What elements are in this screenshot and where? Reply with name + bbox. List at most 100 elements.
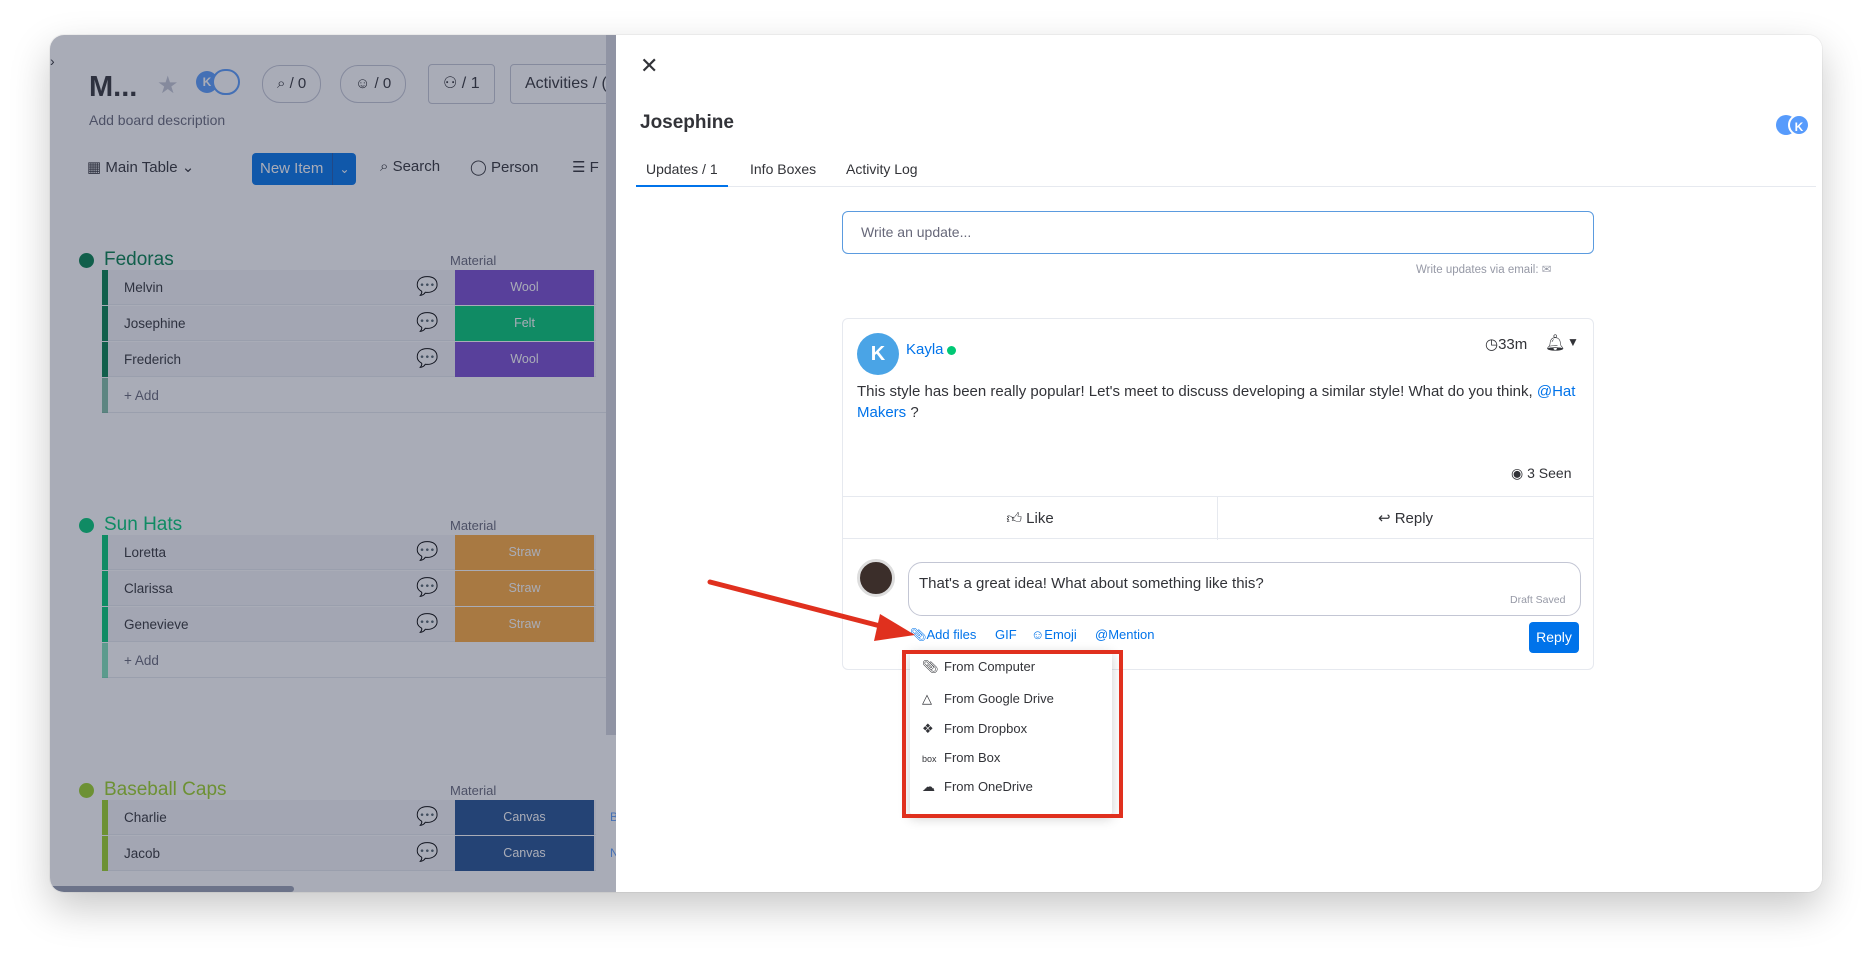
table-icon: ▦ [87,159,106,176]
collapse-chevron-icon[interactable]: › [50,53,55,69]
material-cell[interactable]: Felt [455,306,594,341]
updates-counter[interactable]: ⌕ / 0 [262,65,322,103]
color-cell[interactable]: Burgu [596,800,616,835]
mention-button[interactable]: @Mention [1095,627,1154,642]
board-title[interactable]: M... [89,71,137,104]
smiley-icon: ☺ [1031,627,1045,642]
add-item-row[interactable]: + Add [102,643,616,678]
user-avatar [857,559,895,597]
board-description[interactable]: Add board description [89,112,225,128]
update-text: This style has been really popular! Let'… [857,383,1576,421]
person-icon: ◯ [470,159,491,176]
annotation-highlight-box [902,650,1123,818]
subscriber-avatar[interactable]: K [1788,114,1810,136]
group-title[interactable]: Fedoras [104,249,174,271]
comment-icon[interactable]: 💬 [416,348,438,368]
invite-button[interactable]: ⚇ / 1 [428,64,495,104]
material-cell[interactable]: Canvas [455,800,594,835]
column-header-material[interactable]: Material [450,253,496,268]
reply-input[interactable]: That's a great idea! What about somethin… [908,562,1581,616]
table-row[interactable]: Clarissa💬StrawSt [102,571,616,606]
comment-icon[interactable]: 💬 [416,577,438,597]
bell-icon[interactable]: 🔔︎ [1545,333,1565,353]
column-header-material[interactable]: Material [450,518,496,533]
new-item-button[interactable]: New Item ⌄ [252,153,356,185]
reply-submit-button[interactable]: Reply [1529,622,1579,653]
group-title[interactable]: Baseball Caps [104,779,227,801]
automations-counter[interactable]: ☺ / 0 [340,65,407,103]
item-panel: ✕ Josephine K ··· Updates / 1 Info Boxes… [616,35,1822,892]
tab-bar: Updates / 1 Info Boxes Activity Log [636,153,1816,187]
board-view: › M... ★ K ⌕ / 0 ☺ / 0 ⚇ / 1 Activities … [50,35,616,892]
share-icon[interactable] [212,69,240,95]
tab-updates[interactable]: Updates / 1 [636,161,728,187]
gif-button[interactable]: GIF [995,627,1017,642]
update-actions: 👍︎ Like ↩ Reply [843,496,1593,540]
table-row[interactable]: Genevieve 💬 Straw [102,607,616,642]
comment-icon[interactable]: 💬 [416,276,438,296]
caret-down-icon[interactable]: ▼ [1567,335,1579,349]
timestamp: ◷33m [1485,336,1528,353]
author-avatar[interactable]: K [857,333,899,375]
clock-icon: ◷ [1485,336,1499,353]
material-cell[interactable]: Straw [455,571,594,606]
comment-icon[interactable]: 💬 [416,312,438,332]
group-collapse-icon[interactable] [79,783,94,798]
main-table-view[interactable]: ▦ Main Table ⌄ [87,158,194,176]
chevron-down-icon: ⌄ [177,159,195,176]
activities-button[interactable]: Activities / ( [510,64,616,104]
item-title[interactable]: Josephine [640,112,734,134]
table-row[interactable]: Loretta💬StrawSt [102,535,616,570]
at-icon: @ [1095,627,1109,642]
table-row[interactable]: Charlie💬CanvasBurgu [102,800,616,835]
write-update-input[interactable]: Write an update... [842,211,1594,254]
like-button[interactable]: 👍︎ Like [843,497,1218,540]
comment-icon[interactable]: 💬 [416,613,438,633]
person-filter-button[interactable]: ◯ Person [470,158,539,176]
group-collapse-icon[interactable] [79,518,94,533]
filter-icon: ☰ [572,159,590,176]
reply-toggle-button[interactable]: ↩ Reply [1218,497,1593,540]
paperclip-icon: 📎︎ [910,627,927,642]
reply-arrow-icon: ↩ [1377,510,1395,527]
table-row[interactable]: Jacob💬CanvasNav [102,836,616,871]
material-cell[interactable]: Straw [455,607,594,642]
thumbs-up-icon: 👍︎ [1006,510,1027,527]
table-row[interactable]: Josephine💬FeltBlac [102,306,616,341]
comment-icon[interactable]: 💬 [416,806,438,826]
close-icon[interactable]: ✕ [640,53,658,79]
material-cell[interactable]: Wool [455,270,594,305]
search-button[interactable]: ⌕ Search [380,158,440,175]
author-name[interactable]: Kayla [906,341,944,358]
star-icon[interactable]: ★ [157,71,179,100]
material-cell[interactable]: Canvas [455,836,594,871]
tab-activity-log[interactable]: Activity Log [846,161,918,177]
color-cell[interactable]: Nav [596,836,616,871]
comment-icon[interactable]: 💬 [416,541,438,561]
add-item-row[interactable]: + Add [102,378,616,413]
people-icon: ⚇ [443,75,462,92]
group-collapse-icon[interactable] [79,253,94,268]
eye-icon: ◉ [1511,465,1528,481]
table-row[interactable]: Melvin💬WoolBurgu... [102,270,616,305]
update-card: K Kayla ◷33m 🔔︎ ▼ This style has been re… [842,318,1594,670]
vertical-scrollbar[interactable] [606,35,616,735]
table-row[interactable]: Frederich💬WoolCharco [102,342,616,377]
email-updates-hint[interactable]: Write updates via email: ✉ [1416,262,1551,276]
seen-counter[interactable]: ◉ 3 Seen [1511,465,1571,482]
filter-button[interactable]: ☰ F [572,158,599,176]
material-cell[interactable]: Wool [455,342,594,377]
emoji-button[interactable]: ☺Emoji [1031,627,1077,642]
horizontal-scrollbar[interactable] [50,886,294,892]
material-cell[interactable]: Straw [455,535,594,570]
add-files-button[interactable]: 📎︎Add files [910,627,976,643]
draft-saved-label: Draft Saved [1510,594,1566,606]
tab-info-boxes[interactable]: Info Boxes [750,161,816,177]
online-status-dot [947,346,956,355]
new-item-dropdown-icon[interactable]: ⌄ [332,153,356,185]
envelope-icon: ✉ [1541,264,1552,276]
group-title[interactable]: Sun Hats [104,514,182,536]
robot-icon: ☺ [355,75,375,92]
comment-icon[interactable]: 💬 [416,842,438,862]
column-header-material[interactable]: Material [450,783,496,798]
